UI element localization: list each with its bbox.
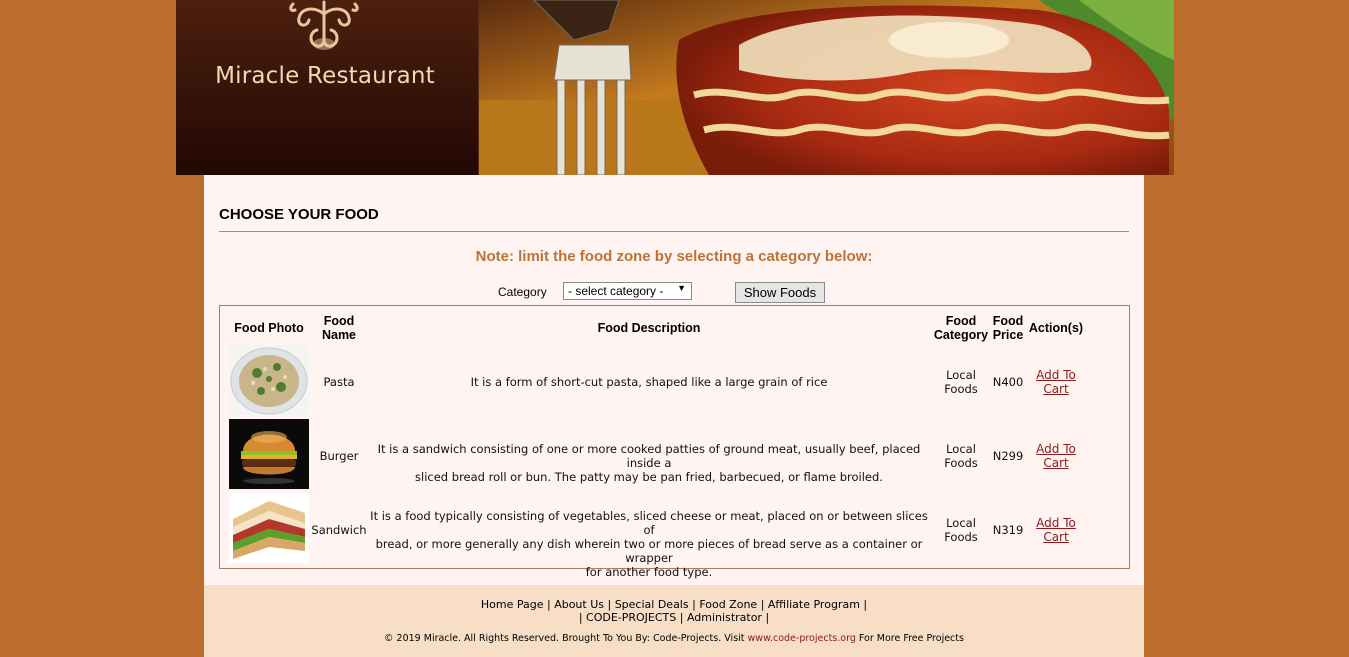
- add-to-cart-line2: Cart: [1043, 530, 1069, 544]
- food-description: It is a food typically consisting of veg…: [369, 509, 929, 579]
- food-category-line2: Foods: [944, 456, 978, 470]
- header-food-price-line2: Price: [992, 328, 1024, 342]
- main-content: CHOOSE YOUR FOOD Note: limit the food zo…: [204, 175, 1144, 585]
- header-food-name-line2: Name: [321, 328, 357, 342]
- copyright: © 2019 Miracle. All Rights Reserved. Bro…: [204, 633, 1144, 644]
- header-food-category: Food Category: [930, 314, 992, 342]
- add-to-cart-line2: Cart: [1043, 382, 1069, 396]
- footer-link-special-deals[interactable]: Special Deals: [615, 598, 689, 611]
- food-description-line: sliced bread roll or bun. The patty may …: [415, 470, 883, 484]
- footer-link-about[interactable]: About Us: [554, 598, 604, 611]
- food-table: Food Photo Food Name Food Description Fo…: [219, 305, 1130, 579]
- header-food-photo: Food Photo: [234, 321, 304, 335]
- category-filter: Category - select category - ▼ Show Food…: [204, 282, 1144, 304]
- footer-link-food-zone[interactable]: Food Zone: [699, 598, 757, 611]
- food-category: Local Foods: [930, 442, 992, 470]
- add-to-cart-link[interactable]: Add To Cart: [1025, 368, 1087, 396]
- footer-nav: Home Page | About Us | Special Deals | F…: [480, 598, 868, 611]
- food-price: N299: [992, 449, 1024, 463]
- add-to-cart-line1: Add To: [1036, 516, 1076, 530]
- food-category: Local Foods: [930, 516, 992, 544]
- footer-link-affiliate[interactable]: Affiliate Program: [768, 598, 860, 611]
- add-to-cart-link[interactable]: Add To Cart: [1025, 516, 1087, 544]
- food-category-line2: Foods: [944, 382, 978, 396]
- header-food-name-line1: Food: [323, 314, 355, 328]
- sandwich-photo: [229, 493, 309, 563]
- food-description: It is a form of short-cut pasta, shaped …: [369, 375, 929, 389]
- food-description-line: bread, or more generally any dish wherei…: [375, 537, 923, 565]
- category-label: Category: [498, 285, 547, 299]
- food-category-line1: Local: [946, 516, 976, 530]
- title-divider: [219, 231, 1129, 232]
- food-description-line: It is a sandwich consisting of one or mo…: [377, 442, 921, 470]
- food-name: Pasta: [323, 375, 355, 389]
- food-price: N319: [992, 523, 1024, 537]
- add-to-cart-line2: Cart: [1043, 456, 1069, 470]
- header-food-category-line2: Category: [933, 328, 989, 342]
- food-description-line: for another food type.: [585, 565, 713, 579]
- dropdown-arrow-icon: ▼: [677, 283, 686, 293]
- code-projects-site-link[interactable]: www.code-projects.org: [748, 633, 856, 644]
- brand-panel: Miracle Restaurant: [176, 0, 479, 175]
- header-actions: Action(s): [1028, 321, 1084, 335]
- category-note: Note: limit the food zone by selecting a…: [475, 248, 873, 265]
- header-food-name: Food Name: [309, 314, 369, 342]
- ornament-logo-icon: [289, 0, 359, 50]
- add-to-cart-line1: Add To: [1036, 368, 1076, 382]
- show-foods-button[interactable]: Show Foods: [735, 282, 825, 303]
- header-food-price-line1: Food: [992, 314, 1024, 328]
- food-description-line: It is a food typically consisting of veg…: [370, 509, 928, 537]
- brand-name: Miracle Restaurant: [215, 63, 435, 89]
- page-title: CHOOSE YOUR FOOD: [219, 206, 379, 223]
- copyright-prefix: © 2019 Miracle. All Rights Reserved. Bro…: [384, 633, 748, 644]
- food-category-line2: Foods: [944, 530, 978, 544]
- food-price: N400: [992, 375, 1024, 389]
- footer-link-code-projects[interactable]: CODE-PROJECTS: [586, 611, 676, 624]
- footer-nav-secondary: | CODE-PROJECTS | Administrator |: [578, 611, 770, 624]
- footer-link-home[interactable]: Home Page: [481, 598, 544, 611]
- copyright-suffix: For More Free Projects: [855, 633, 964, 644]
- site-footer: Home Page | About Us | Special Deals | F…: [204, 585, 1144, 657]
- food-description: It is a sandwich consisting of one or mo…: [369, 442, 929, 484]
- header-food-price: Food Price: [991, 314, 1025, 342]
- food-name: Burger: [319, 449, 359, 463]
- category-select[interactable]: - select category - ▼: [563, 282, 692, 300]
- header-food-category-line1: Food: [945, 314, 977, 328]
- site-header: Miracle Restaurant: [176, 0, 1174, 175]
- add-to-cart-link[interactable]: Add To Cart: [1025, 442, 1087, 470]
- lasagna-banner-image: [479, 0, 1174, 175]
- header-food-description: Food Description: [597, 321, 701, 335]
- burger-photo: [229, 419, 309, 489]
- food-category-line1: Local: [946, 368, 976, 382]
- footer-link-administrator[interactable]: Administrator: [687, 611, 762, 624]
- food-description-line: It is a form of short-cut pasta, shaped …: [470, 375, 828, 389]
- food-category-line1: Local: [946, 442, 976, 456]
- food-name: Sandwich: [311, 523, 367, 537]
- category-select-value: - select category -: [568, 284, 664, 298]
- food-category: Local Foods: [930, 368, 992, 396]
- add-to-cart-line1: Add To: [1036, 442, 1076, 456]
- pasta-photo: [229, 345, 309, 415]
